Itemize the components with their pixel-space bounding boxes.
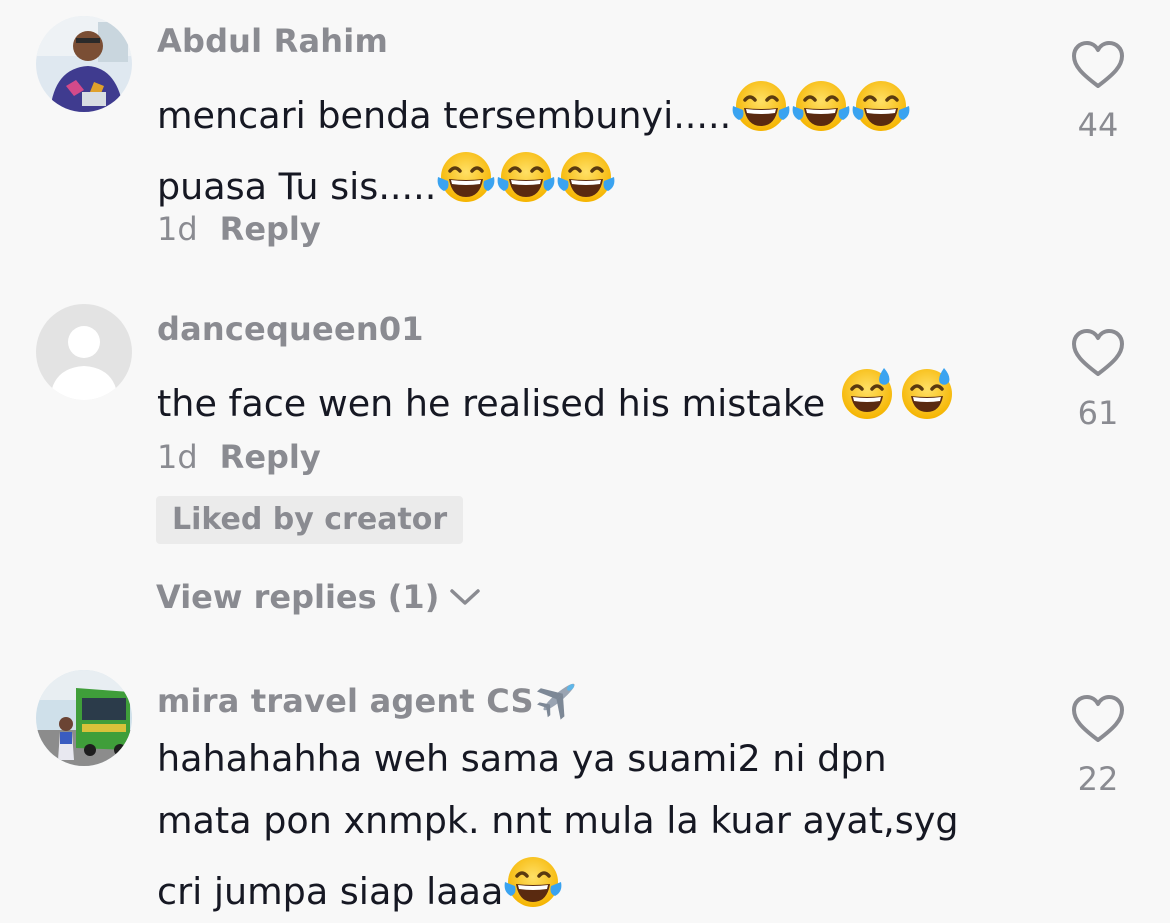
comment-text: hahahahha weh sama ya suami2 ni dpn mata… (157, 728, 1037, 923)
comment-username-text: mira travel agent CS (157, 682, 534, 720)
avatar[interactable] (36, 670, 132, 766)
comment-username[interactable]: mira travel agent CS (157, 672, 584, 722)
comment-text-line: mata pon xnmpk. nnt mula la kuar ayat,sy… (157, 799, 959, 842)
face-with-tears-of-joy-icon (503, 852, 563, 912)
heart-outline-icon (1072, 695, 1124, 742)
comment-text-line: hahahahha weh sama ya suami2 ni dpn (157, 737, 887, 780)
comment-item: mira travel agent CS hahahahha weh sama … (0, 0, 1170, 923)
like-count: 22 (1077, 760, 1119, 798)
like-button[interactable]: 22 (1068, 694, 1128, 798)
airplane-icon (534, 672, 584, 722)
comment-text-line: cri jumpa siap laaa (157, 870, 504, 913)
